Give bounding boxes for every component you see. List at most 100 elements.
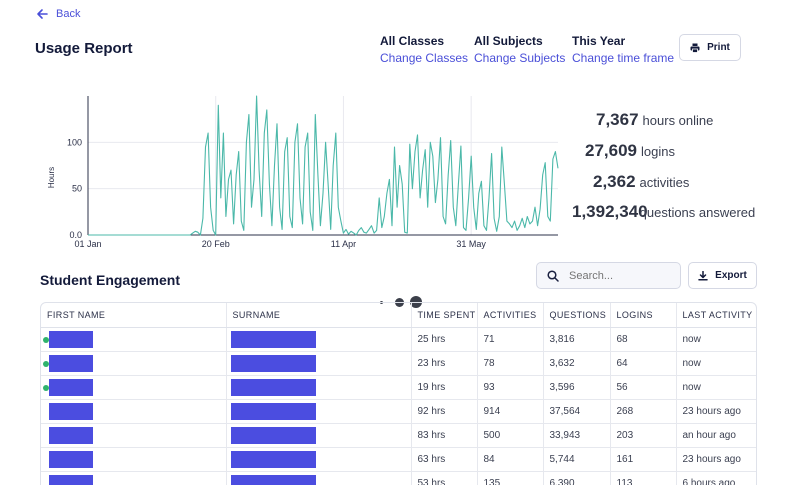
- col-questions[interactable]: QUESTIONS: [543, 303, 611, 328]
- questions-cell: 6,390: [543, 471, 611, 485]
- change-subjects-link[interactable]: Change Subjects: [474, 51, 565, 65]
- export-label: Export: [715, 270, 747, 281]
- questions-cell: 3,596: [543, 375, 611, 400]
- back-label: Back: [56, 8, 81, 20]
- search-box[interactable]: [536, 262, 681, 289]
- stat-hours: 7,367 hours online: [596, 110, 713, 130]
- time-spent-cell: 19 hrs: [411, 375, 478, 400]
- back-link[interactable]: Back: [36, 8, 80, 20]
- redacted-surname: [230, 474, 316, 485]
- redacted-surname: [230, 402, 316, 420]
- stat-activities-value: 2,362: [593, 172, 636, 191]
- last-activity-cell: now: [676, 375, 756, 400]
- questions-cell: 37,564: [543, 399, 611, 424]
- redacted-first-name: [49, 402, 93, 420]
- time-spent-cell: 25 hrs: [411, 327, 478, 352]
- arrow-left-icon: [37, 9, 48, 19]
- redacted-first-name: [49, 426, 93, 444]
- table-row[interactable]: 53 hrs 135 6,390 113 6 hours ago: [41, 471, 756, 485]
- first-name-cell: [41, 447, 227, 472]
- section-title: Student Engagement: [40, 272, 181, 288]
- logins-cell: 203: [610, 423, 677, 448]
- filter-classes: All Classes Change Classes: [380, 34, 468, 65]
- x-tick-label: 20 Feb: [202, 239, 230, 249]
- print-button[interactable]: Print: [679, 34, 741, 61]
- engagement-table: FIRST NAME SURNAME TIME SPENT ACTIVITIES…: [40, 302, 757, 485]
- surname-cell: [226, 471, 412, 485]
- redacted-surname: [230, 378, 316, 396]
- table-header-row: FIRST NAME SURNAME TIME SPENT ACTIVITIES…: [41, 303, 756, 328]
- printer-icon: [690, 43, 700, 53]
- x-tick-label: 01 Jan: [74, 239, 101, 249]
- change-timeframe-link[interactable]: Change time frame: [572, 51, 674, 65]
- questions-cell: 33,943: [543, 423, 611, 448]
- logins-cell: 161: [610, 447, 677, 472]
- time-spent-cell: 92 hrs: [411, 399, 478, 424]
- table-row[interactable]: 25 hrs 71 3,816 68 now: [41, 327, 756, 352]
- questions-cell: 3,632: [543, 351, 611, 376]
- export-button[interactable]: Export: [688, 262, 757, 289]
- last-activity-cell: now: [676, 327, 756, 352]
- col-last-activity[interactable]: LAST ACTIVITY: [676, 303, 756, 328]
- change-classes-link[interactable]: Change Classes: [380, 51, 468, 65]
- surname-cell: [226, 375, 412, 400]
- surname-cell: [226, 351, 412, 376]
- first-name-cell: [41, 375, 227, 400]
- activities-cell: 93: [477, 375, 544, 400]
- col-activities[interactable]: ACTIVITIES: [477, 303, 544, 328]
- search-icon: [547, 269, 559, 282]
- stat-logins-label: logins: [641, 144, 675, 159]
- search-input[interactable]: [569, 269, 669, 282]
- download-icon: [698, 270, 708, 281]
- activities-cell: 84: [477, 447, 544, 472]
- filter-timeframe-label: This Year: [572, 34, 626, 48]
- stat-activities: 2,362 activities: [593, 172, 689, 192]
- y-tick-label: 50: [72, 184, 82, 194]
- first-name-cell: [41, 423, 227, 448]
- logins-cell: 68: [610, 327, 677, 352]
- redacted-surname: [230, 330, 316, 348]
- hours-series-line: [88, 95, 559, 236]
- stat-logins: 27,609 logins: [585, 141, 675, 161]
- col-logins[interactable]: LOGINS: [610, 303, 677, 328]
- activities-cell: 71: [477, 327, 544, 352]
- online-status-dot: [43, 360, 49, 367]
- stat-questions-value: 1,392,340: [572, 202, 648, 221]
- first-name-cell: [41, 327, 227, 352]
- redacted-first-name: [49, 354, 93, 372]
- redacted-first-name: [49, 474, 93, 485]
- activities-cell: 914: [477, 399, 544, 424]
- logins-cell: 268: [610, 399, 677, 424]
- filter-timeframe: This Year Change time frame: [572, 34, 674, 65]
- surname-cell: [226, 399, 412, 424]
- col-first-name[interactable]: FIRST NAME: [41, 303, 227, 328]
- logins-cell: 56: [610, 375, 677, 400]
- stat-activities-label: activities: [639, 175, 690, 190]
- table-row[interactable]: 63 hrs 84 5,744 161 23 hours ago: [41, 447, 756, 472]
- table-row[interactable]: 92 hrs 914 37,564 268 23 hours ago: [41, 399, 756, 424]
- filter-classes-label: All Classes: [380, 34, 445, 48]
- time-spent-cell: 53 hrs: [411, 471, 478, 485]
- col-time-spent[interactable]: TIME SPENT: [411, 303, 478, 328]
- table-row[interactable]: 83 hrs 500 33,943 203 an hour ago: [41, 423, 756, 448]
- last-activity-cell: now: [676, 351, 756, 376]
- stat-questions-label: questions answered: [639, 205, 756, 220]
- x-tick-label: 11 Apr: [331, 239, 356, 249]
- usage-chart: 0.05010001 Jan20 Feb11 Apr31 May20 JulHo…: [47, 95, 559, 249]
- col-surname[interactable]: SURNAME: [226, 303, 412, 328]
- last-activity-cell: an hour ago: [676, 423, 756, 448]
- time-spent-cell: 23 hrs: [411, 351, 478, 376]
- redacted-first-name: [49, 378, 93, 396]
- online-status-dot: [43, 384, 49, 391]
- online-status-dot: [43, 336, 49, 343]
- table-row[interactable]: 23 hrs 78 3,632 64 now: [41, 351, 756, 376]
- page-title: Usage Report: [35, 40, 133, 57]
- table-row[interactable]: 19 hrs 93 3,596 56 now: [41, 375, 756, 400]
- logins-cell: 64: [610, 351, 677, 376]
- redacted-first-name: [49, 330, 93, 348]
- first-name-cell: [41, 471, 227, 485]
- print-label: Print: [707, 42, 730, 53]
- last-activity-cell: 6 hours ago: [676, 471, 756, 485]
- questions-cell: 3,816: [543, 327, 611, 352]
- redacted-first-name: [49, 450, 93, 468]
